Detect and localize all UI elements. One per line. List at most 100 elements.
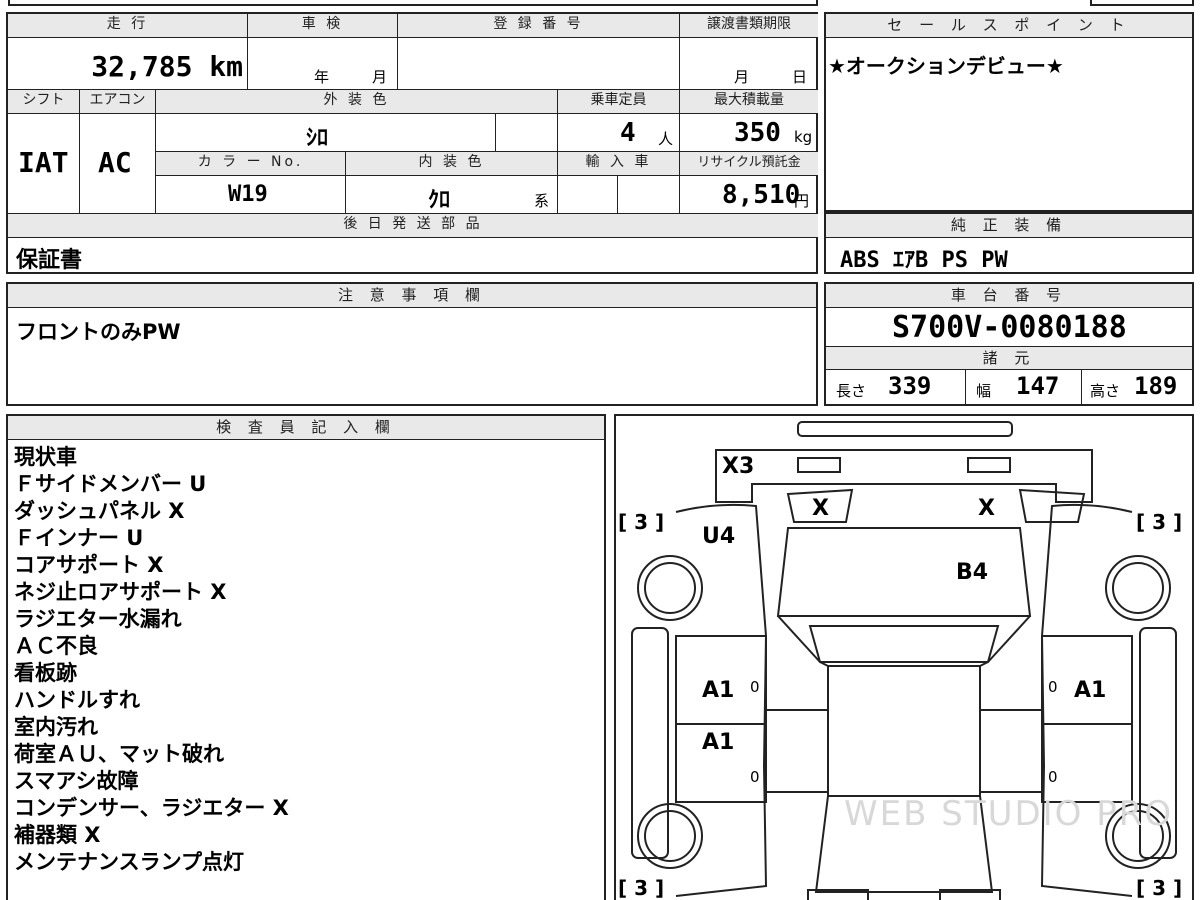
specs-label: 諸 元 xyxy=(826,346,1192,370)
interior-color-cell: ｸﾛ 系 xyxy=(346,176,558,214)
transfer-day-unit: 日 xyxy=(792,68,808,86)
exterior-color-extra-cell xyxy=(496,114,558,152)
mileage-label: 走 行 xyxy=(8,14,248,38)
inspector-line: コンデンサー、ラジエター X xyxy=(14,796,289,820)
shaken-year-unit: 年 xyxy=(314,68,330,86)
diagram-a1-left-lower-mark: A1 xyxy=(702,730,735,755)
max-load-cell: 350 kg xyxy=(680,114,818,152)
exterior-color-label: 外 装 色 xyxy=(156,90,558,114)
color-no-cell: W19 xyxy=(156,176,346,214)
interior-color-label: 内 装 色 xyxy=(346,152,558,176)
specs-length-value: 339 xyxy=(888,372,932,400)
tire-front-left-score: [ 3 ] xyxy=(618,510,665,534)
transfer-deadline-cell: 月 日 xyxy=(680,38,818,90)
chassis-label: 車 台 番 号 xyxy=(826,284,1192,308)
top-cutoff-strip-right xyxy=(1090,0,1194,6)
registration-cell xyxy=(398,38,680,90)
inspector-box: 検 査 員 記 入 欄 現状車 Ｆサイドメンバー U ダッシュパネル X Ｆイン… xyxy=(6,414,606,900)
capacity-unit: 人 xyxy=(658,130,674,148)
inspector-line: 補器類 X xyxy=(14,823,101,847)
registration-label: 登 録 番 号 xyxy=(398,14,680,38)
color-no-value: W19 xyxy=(228,182,268,207)
inspector-line: メンテナンスランプ点灯 xyxy=(14,850,244,874)
genuine-equipment-value: ABS ｴｱB PS PW xyxy=(840,248,1008,273)
diagram-zero-mark: 0 xyxy=(1048,768,1058,786)
diagram-x3-mark: X3 xyxy=(722,454,755,479)
capacity-value: 4 xyxy=(620,118,636,148)
chassis-value: S700V-0080188 xyxy=(892,310,1127,345)
mileage-value: 32,785 km xyxy=(91,50,243,83)
inspector-line: ダッシュパネル X xyxy=(14,499,185,523)
shift-cell: IAT xyxy=(8,114,80,214)
diagram-x-left-mark: X xyxy=(812,496,829,521)
inspector-line: Ｆインナー U xyxy=(14,526,144,550)
interior-color-value: ｸﾛ xyxy=(428,188,451,213)
inspector-line: ラジエター水漏れ xyxy=(14,607,182,631)
inspector-line: 現状車 xyxy=(14,445,77,469)
capacity-label: 乗車定員 xyxy=(558,90,680,114)
inspector-line: ネジ止ロアサポート X xyxy=(14,580,227,604)
shift-value: IAT xyxy=(18,146,69,179)
tire-rear-left-score: [ 3 ] xyxy=(618,876,665,900)
diagram-a1-left-upper-mark: A1 xyxy=(702,678,735,703)
aircon-label: エアコン xyxy=(80,90,156,114)
inspector-line: Ｆサイドメンバー U xyxy=(14,472,207,496)
genuine-equipment-label: 純 正 装 備 xyxy=(826,214,1192,238)
inspector-line: ハンドルすれ xyxy=(14,688,140,712)
specs-length-cell: 長さ 339 xyxy=(826,370,966,404)
sales-point-value: ★オークションデビュー★ xyxy=(828,54,1064,78)
diagram-b4-mark: B4 xyxy=(956,560,989,585)
inspector-line: スマアシ故障 xyxy=(14,769,139,793)
inspector-list: 現状車 Ｆサイドメンバー U ダッシュパネル X Ｆインナー U コアサポート … xyxy=(14,444,289,876)
specs-height-label: 高さ xyxy=(1090,382,1121,400)
mileage-cell: 32,785 km xyxy=(8,38,248,90)
exterior-color-cell: ｼﾛ xyxy=(156,114,496,152)
shaken-cell: 年 月 xyxy=(248,38,398,90)
specs-height-cell: 高さ 189 xyxy=(1082,370,1192,404)
diagram-u4-mark: U4 xyxy=(702,524,736,549)
shaken-month-unit: 月 xyxy=(372,68,388,86)
specs-width-cell: 幅 147 xyxy=(966,370,1082,404)
interior-color-suffix: 系 xyxy=(534,192,550,210)
diagram-x-right-mark: X xyxy=(978,496,995,521)
diagram-a1-right-upper-mark: A1 xyxy=(1074,678,1107,703)
top-cutoff-strip xyxy=(8,0,818,6)
recycle-label: リサイクル預託金 xyxy=(680,152,818,176)
specs-height-value: 189 xyxy=(1134,372,1178,400)
exterior-color-value: ｼﾛ xyxy=(306,126,329,151)
inspector-line: ＡＣ不良 xyxy=(14,634,98,658)
shaken-label: 車 検 xyxy=(248,14,398,38)
recycle-cell: 8,510 円 xyxy=(680,176,818,214)
inspector-label: 検 査 員 記 入 欄 xyxy=(8,416,604,440)
aircon-cell: AC xyxy=(80,114,156,214)
capacity-cell: 4 人 xyxy=(558,114,680,152)
vehicle-info-grid: 走 行 車 検 登 録 番 号 譲渡書類期限 32,785 km 年 月 月 日… xyxy=(6,12,818,274)
inspector-line: コアサポート X xyxy=(14,553,164,577)
inspector-line: 荷室ＡＵ、マット破れ xyxy=(14,742,224,766)
inspector-line: 看板跡 xyxy=(14,661,77,685)
notes-label: 注 意 事 項 欄 xyxy=(8,284,816,308)
transfer-deadline-label: 譲渡書類期限 xyxy=(680,14,818,38)
max-load-unit: kg xyxy=(794,128,813,146)
max-load-label: 最大積載量 xyxy=(680,90,818,114)
later-parts-label: 後 日 発 送 部 品 xyxy=(8,214,818,238)
tire-rear-right-score: [ 3 ] xyxy=(1136,876,1183,900)
chassis-box: 車 台 番 号 S700V-0080188 諸 元 長さ 339 幅 147 高… xyxy=(824,282,1194,406)
specs-width-value: 147 xyxy=(1016,372,1060,400)
notes-value: フロントのみPW xyxy=(16,320,181,344)
recycle-value: 8,510 xyxy=(722,180,801,210)
diagram-zero-mark: 0 xyxy=(1048,678,1058,696)
shift-label: シフト xyxy=(8,90,80,114)
tire-front-right-score: [ 3 ] xyxy=(1136,510,1183,534)
import-car-label: 輸 入 車 xyxy=(558,152,680,176)
notes-box: 注 意 事 項 欄 フロントのみPW xyxy=(6,282,818,406)
genuine-equipment-box: 純 正 装 備 ABS ｴｱB PS PW xyxy=(824,212,1194,274)
import-car-cell-b xyxy=(618,176,680,214)
sales-point-label: セ ー ル ス ポ イ ン ト xyxy=(826,14,1192,38)
inspector-line: 室内汚れ xyxy=(14,715,98,739)
import-car-cell-a xyxy=(558,176,618,214)
max-load-value: 350 xyxy=(734,118,781,148)
specs-width-label: 幅 xyxy=(976,382,992,400)
diagram-zero-mark: 0 xyxy=(750,768,760,786)
car-diagram-box: X3 X X U4 B4 A1 A1 A1 0 0 0 0 [ 3 ] [ 3 … xyxy=(614,414,1194,900)
